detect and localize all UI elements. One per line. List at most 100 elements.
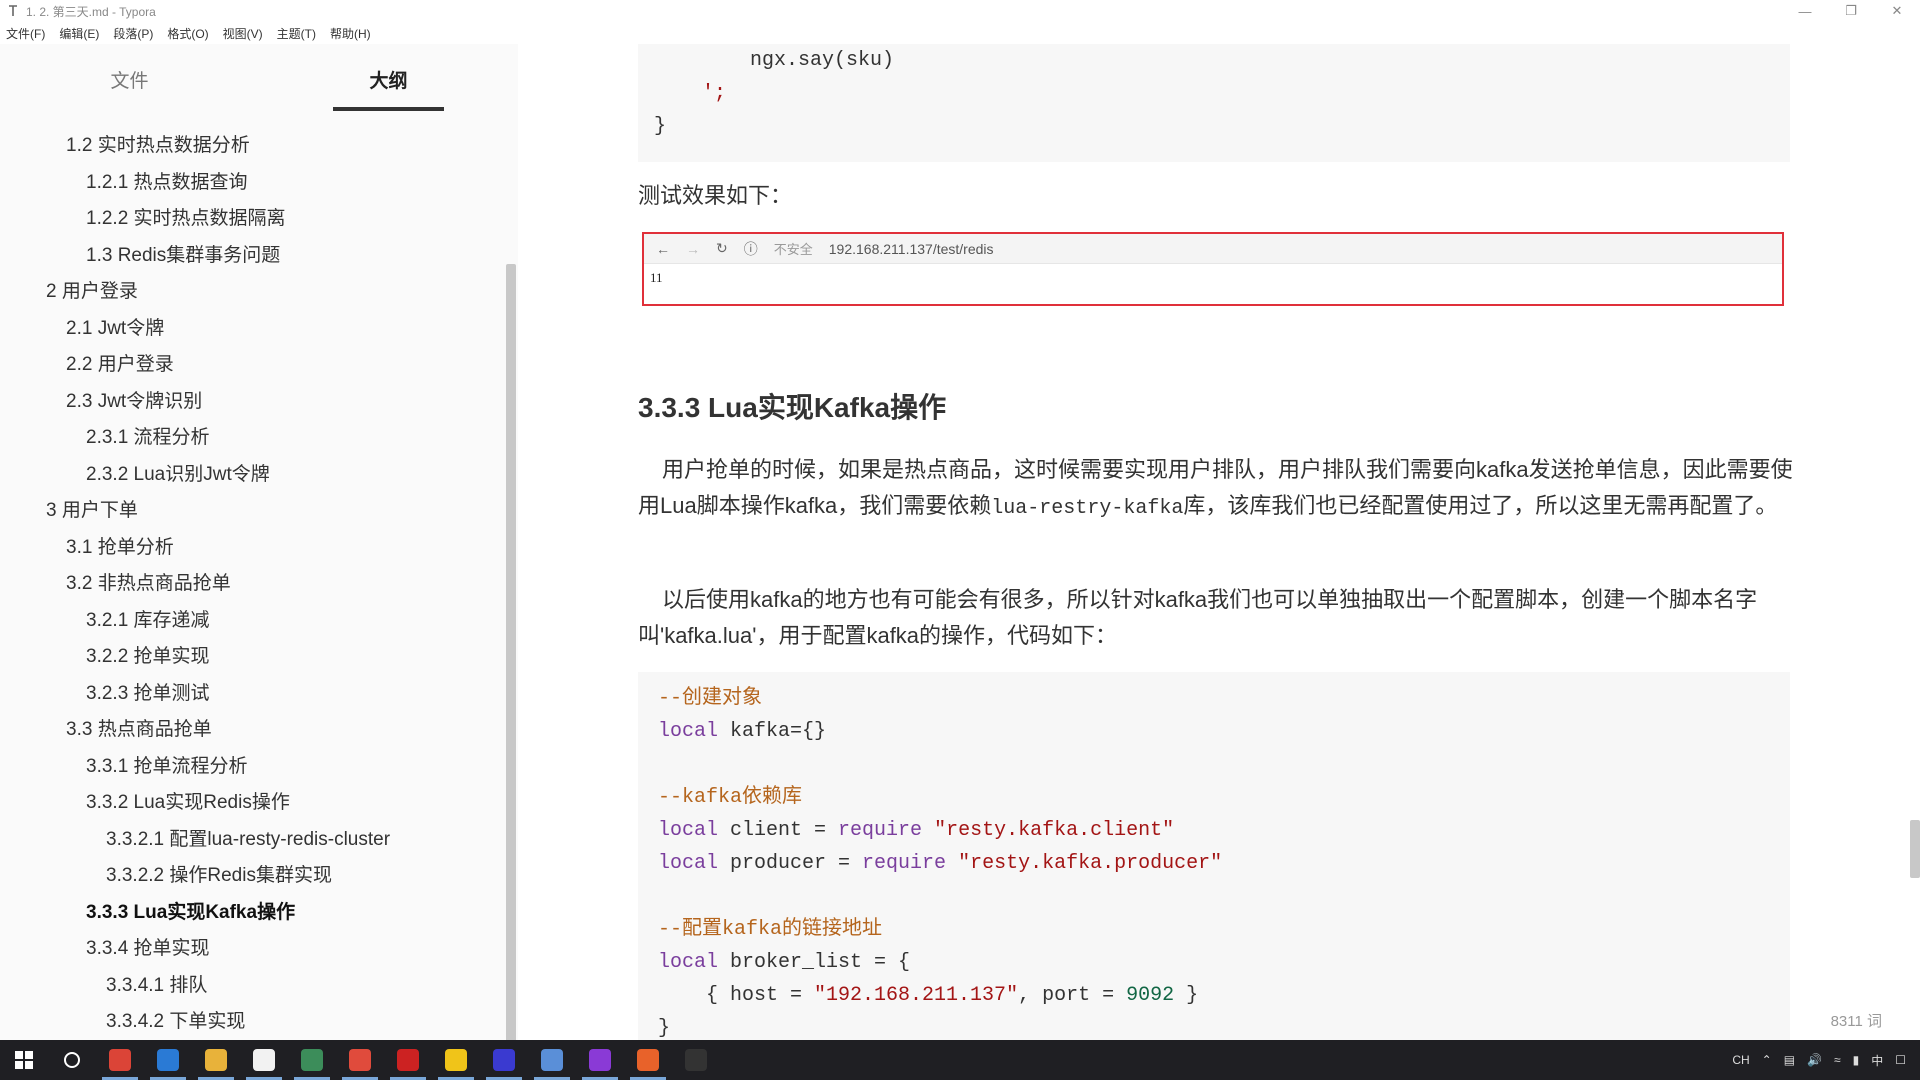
editor-scrollbar[interactable] (1910, 820, 1920, 878)
menu-paragraph[interactable]: 段落(P) (111, 25, 155, 42)
outline-item[interactable]: 2.3.1 流程分析 (0, 420, 500, 457)
taskbar-app-chrome[interactable] (96, 1040, 144, 1080)
outline-item[interactable]: 3.3.2.1 配置lua-resty-redis-cluster (0, 822, 500, 859)
purple-app-icon (589, 1049, 611, 1071)
outline-item[interactable]: 3.3.2.2 操作Redis集群实现 (0, 858, 500, 895)
window-controls: — ❐ ✕ (1782, 0, 1920, 22)
code-text: client = (718, 819, 839, 842)
code-string: "192.168.211.137" (814, 984, 1019, 1007)
taskbar-app-window-app[interactable] (528, 1040, 576, 1080)
code-keyword: local (658, 720, 719, 743)
outline-item[interactable]: 1.3 Redis集群事务问题 (0, 238, 500, 275)
outline-item[interactable]: 1.2.2 实时热点数据隔离 (0, 201, 500, 238)
volume-icon[interactable]: 🔊 (1807, 1053, 1822, 1067)
menu-format[interactable]: 格式(O) (165, 25, 210, 42)
outline-item[interactable]: 2.3 Jwt令牌识别 (0, 384, 500, 421)
editor[interactable]: ngx.say(sku) '; } 测试效果如下： ← → ↻ ⓘ 不安全 19… (518, 44, 1920, 1040)
ime-indicator[interactable]: CH (1732, 1053, 1749, 1067)
taskbar-app-screen-tool[interactable] (288, 1040, 336, 1080)
code-line: } (654, 115, 667, 138)
taskbar-app-explorer-blue[interactable] (144, 1040, 192, 1080)
outline-item[interactable]: 3.3.4 抢单实现 (0, 931, 500, 968)
outline-item[interactable]: 3.3.4.2 下单实现 (0, 1004, 500, 1041)
outline-item[interactable]: 3.3.2 Lua实现Redis操作 (0, 785, 500, 822)
code-keyword: require (862, 852, 947, 875)
code-block-kafka[interactable]: --创建对象 local kafka={} --kafka依赖库 local c… (638, 672, 1790, 1040)
tab-files[interactable]: 文件 (74, 56, 184, 103)
outline-item[interactable]: 3.2 非热点商品抢单 (0, 566, 500, 603)
code-block-top[interactable]: ngx.say(sku) '; } (638, 44, 1790, 162)
intellij-icon (493, 1049, 515, 1071)
back-icon: ← (656, 240, 670, 257)
taskbar-app-orange-app[interactable] (624, 1040, 672, 1080)
insecure-label: 不安全 (773, 242, 813, 257)
taskbar-app-intellij[interactable] (480, 1040, 528, 1080)
code-line: local client = require "resty.kafka.clie… (658, 814, 1770, 847)
sidebar: 文件 大纲 1.2 实时热点数据分析 1.2.1 热点数据查询 1.2.2 实时热点… (0, 44, 518, 1044)
code-text: , port = (1018, 984, 1127, 1007)
outline-item[interactable]: 3.2.3 抢单测试 (0, 676, 500, 713)
sidebar-tabs: 文件 大纲 (0, 44, 518, 114)
menu-bar: 文件(F) 编辑(E) 段落(P) 格式(O) 视图(V) 主题(T) 帮助(H… (0, 22, 1920, 44)
wifi-icon[interactable]: ≈ (1834, 1053, 1841, 1067)
outline-item[interactable]: 3.1 抢单分析 (0, 530, 500, 567)
sidebar-scrollbar[interactable] (506, 264, 516, 1044)
start-button[interactable] (0, 1040, 48, 1080)
browser-address-bar: ← → ↻ ⓘ 不安全 192.168.211.137/test/redis (644, 234, 1782, 264)
ruby-app-icon (397, 1049, 419, 1071)
browser-screenshot-image: ← → ↻ ⓘ 不安全 192.168.211.137/test/redis 1… (642, 232, 1784, 306)
outline-item[interactable]: 3.3.3 Lua实现Kafka操作 (0, 895, 500, 932)
taskbar-app-notes[interactable] (240, 1040, 288, 1080)
outline-item[interactable]: 2.1 Jwt令牌 (0, 311, 500, 348)
outline-item[interactable]: 2 用户登录 (0, 274, 500, 311)
word-count[interactable]: 8311 词 (1831, 1010, 1882, 1031)
outline-item[interactable]: 3.2.2 抢单实现 (0, 639, 500, 676)
taskbar-app-purple-app[interactable] (576, 1040, 624, 1080)
code-line: } (658, 1017, 671, 1040)
code-comment: --配置kafka的链接地址 (658, 918, 883, 941)
menu-help[interactable]: 帮助(H) (328, 25, 373, 42)
outline-item[interactable]: 1.2 实时热点数据分析 (0, 128, 500, 165)
tab-outline[interactable]: 大纲 (333, 56, 444, 111)
orange-app-icon (637, 1049, 659, 1071)
taskbar-app-terminal[interactable] (672, 1040, 720, 1080)
network-icon[interactable]: ▤ (1784, 1053, 1795, 1067)
menu-file[interactable]: 文件(F) (4, 25, 47, 42)
outline-item[interactable]: 3.2.1 库存递减 (0, 603, 500, 640)
battery-icon[interactable]: ▮ (1853, 1053, 1860, 1067)
browser-page-content: 11 (650, 270, 663, 285)
outline-item[interactable]: 3 用户下单 (0, 493, 500, 530)
notification-icon[interactable]: ☐ (1895, 1053, 1906, 1067)
screen-tool-icon (301, 1049, 323, 1071)
restore-icon[interactable]: ❐ (1828, 0, 1874, 22)
taskbar-app-ruby-app[interactable] (384, 1040, 432, 1080)
taskbar-app-file-explorer[interactable] (192, 1040, 240, 1080)
outline-item[interactable]: 1.2.1 热点数据查询 (0, 165, 500, 202)
close-icon[interactable]: ✕ (1874, 0, 1920, 22)
outline-item[interactable]: 2.3.2 Lua识别Jwt令牌 (0, 457, 500, 494)
minimize-icon[interactable]: — (1782, 0, 1828, 22)
code-text: kafka={} (718, 720, 827, 743)
taskbar-app-red-tool[interactable] (336, 1040, 384, 1080)
outline-item[interactable]: 3.3.1 抢单流程分析 (0, 749, 500, 786)
taskbar-app-yellow-app[interactable] (432, 1040, 480, 1080)
outline-item[interactable]: 2.2 用户登录 (0, 347, 500, 384)
search-taskbar-button[interactable] (48, 1040, 96, 1080)
outline-item[interactable]: 3.3 热点商品抢单 (0, 712, 500, 749)
title-bar: 1. 2. 第三天.md - Typora — ❐ ✕ (0, 0, 1920, 22)
menu-edit[interactable]: 编辑(E) (57, 25, 101, 42)
outline-item[interactable]: 3.3.4.1 排队 (0, 968, 500, 1005)
taskbar-apps (96, 1040, 720, 1080)
code-string: "resty.kafka.producer" (958, 852, 1223, 875)
menu-theme[interactable]: 主题(T) (275, 25, 318, 42)
explorer-blue-icon (157, 1049, 179, 1071)
menu-view[interactable]: 视图(V) (221, 25, 265, 42)
code-line: local kafka={} (658, 715, 1770, 748)
code-keyword: require (838, 819, 923, 842)
code-line: '; (654, 82, 727, 105)
taskbar: CH ⌃ ▤ 🔊 ≈ ▮ 中 ☐ (0, 1040, 1920, 1080)
tray-chevron-icon[interactable]: ⌃ (1762, 1053, 1772, 1067)
language-indicator[interactable]: 中 (1871, 1052, 1883, 1069)
yellow-app-icon (445, 1049, 467, 1071)
